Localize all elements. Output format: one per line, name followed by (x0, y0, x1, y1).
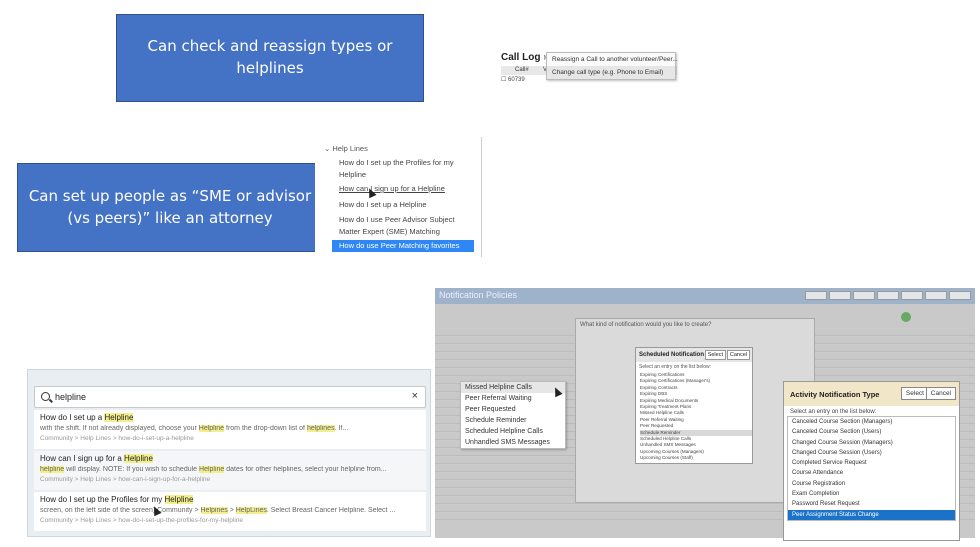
activity-notification-dialog: Activity Notification Type Select Cancel… (783, 381, 960, 541)
select-button[interactable]: Select (704, 350, 726, 360)
toolbar-button[interactable] (901, 291, 923, 300)
cancel-button[interactable]: Cancel (925, 387, 956, 400)
col-call-id: Call# (515, 67, 529, 73)
scheduled-notification-dialog: Scheduled Notification Type Select Cance… (635, 347, 753, 464)
search-bar[interactable]: helpline × (34, 386, 426, 408)
menu-item[interactable]: Missed Helpline Calls (461, 382, 565, 393)
help-lines-header[interactable]: ⌄ Help Lines (324, 144, 368, 153)
activity-dialog-header: Activity Notification Type Select Cancel (784, 382, 959, 406)
help-lines-nav: ⌄ Help Lines How do I set up the Profile… (315, 137, 482, 257)
list-item[interactable]: Upcoming Courses (Staff) (640, 455, 752, 461)
toolbar-button[interactable] (877, 291, 899, 300)
result-snippet: with the shift. If not already displayed… (40, 425, 349, 432)
search-icon (41, 392, 50, 401)
scheduled-list[interactable]: Expiring Certifications Expiring Certifi… (636, 372, 752, 462)
nav-item-sign-up[interactable]: How can I sign up for a Helpline (339, 183, 474, 195)
menu-change-call-type[interactable]: Change call type (e.g. Phone to Email) (547, 66, 675, 79)
scheduled-dialog-header: Scheduled Notification Type Select Cance… (636, 348, 752, 362)
call-context-menu: Reassign a Call to another volunteer/Pee… (546, 52, 678, 80)
callout-reassign-text: Can check and reassign types or helpline… (147, 37, 393, 77)
toolbar-button[interactable] (829, 291, 851, 300)
notification-toolbar: Notification Policies (435, 288, 975, 304)
notification-context-menu: Missed Helpline Calls Peer Referral Wait… (460, 381, 566, 449)
list-item-selected[interactable]: Peer Assignment Status Change (788, 509, 955, 520)
menu-item[interactable]: Unhandled SMS Messages (461, 437, 565, 448)
toolbar-buttons (805, 291, 971, 300)
search-input[interactable]: helpline (55, 392, 86, 402)
list-item[interactable]: Changed Course Session (Managers) (792, 438, 955, 448)
menu-item[interactable]: Schedule Reminder (461, 415, 565, 426)
callout-sme-text: Can set up people as “SME or advisor (vs… (28, 186, 312, 227)
search-panel: helpline × How do I set up a Helpline wi… (27, 369, 431, 537)
list-item[interactable]: Changed Course Session (Users) (792, 448, 955, 458)
list-item[interactable]: Course Attendance (792, 468, 955, 478)
menu-item[interactable]: Scheduled Helpline Calls (461, 426, 565, 437)
activity-list-label: Select an entry on the list below: (790, 409, 877, 415)
result-snippet: screen, on the left side of the screen) … (40, 507, 396, 514)
list-item[interactable]: Completed Service Request (792, 458, 955, 468)
chevron-down-icon: ⌄ (324, 144, 331, 153)
nav-item-selected[interactable]: How do use Peer Matching favorites (332, 240, 474, 252)
toolbar-button[interactable] (949, 291, 971, 300)
call-log-row[interactable]: ☐ 60739 (501, 76, 525, 83)
add-icon[interactable] (901, 312, 911, 322)
list-item[interactable]: Course Registration (792, 479, 955, 489)
notification-title: Notification Policies (439, 290, 518, 300)
result-path: Community > Help Lines > how-can-i-sign-… (40, 476, 211, 483)
list-item[interactable]: Exam Completion (792, 489, 955, 499)
search-result[interactable]: How do I set up the Profiles for my Help… (34, 492, 426, 531)
search-result[interactable]: How can I sign up for a Helpline helplin… (34, 451, 426, 490)
result-title: How do I set up a Helpline (40, 413, 134, 422)
callout-sme: Can set up people as “SME or advisor (vs… (17, 163, 317, 252)
activity-list[interactable]: Canceled Course Section (Managers) Cance… (787, 416, 956, 521)
cancel-button[interactable]: Cancel (726, 350, 750, 360)
result-path: Community > Help Lines > how-do-i-set-up… (40, 435, 194, 442)
clear-icon[interactable]: × (412, 390, 418, 402)
list-item[interactable]: Canceled Course Section (Managers) (792, 417, 955, 427)
menu-item[interactable]: Peer Referral Waiting (461, 393, 565, 404)
result-title: How can I sign up for a Helpline (40, 454, 153, 463)
result-snippet: helpline will display. NOTE: If you wish… (40, 466, 387, 473)
nav-item-profiles[interactable]: How do I set up the Profiles for my Help… (339, 157, 474, 181)
result-path: Community > Help Lines > how-do-i-set-up… (40, 517, 244, 524)
menu-reassign-call[interactable]: Reassign a Call to another volunteer/Pee… (547, 53, 678, 66)
list-item[interactable]: Password Reset Request (792, 499, 955, 509)
list-item[interactable]: Canceled Course Section (Users) (792, 427, 955, 437)
search-result[interactable]: How do I set up a Helpline with the shif… (34, 410, 426, 449)
toolbar-button[interactable] (853, 291, 875, 300)
menu-item[interactable]: Peer Requested (461, 404, 565, 415)
scheduled-list-label: Select an entry on the list below: (639, 364, 711, 370)
toolbar-button[interactable] (925, 291, 947, 300)
dialog-header: What kind of notification would you like… (580, 322, 712, 328)
nav-item-set-up[interactable]: How do I set up a Helpline (339, 199, 474, 211)
result-title: How do I set up the Profiles for my Help… (40, 495, 194, 504)
toolbar-button[interactable] (805, 291, 827, 300)
nav-item-sme[interactable]: How do I use Peer Advisor Subject Matter… (339, 214, 474, 238)
callout-reassign: Can check and reassign types or helpline… (116, 14, 424, 102)
